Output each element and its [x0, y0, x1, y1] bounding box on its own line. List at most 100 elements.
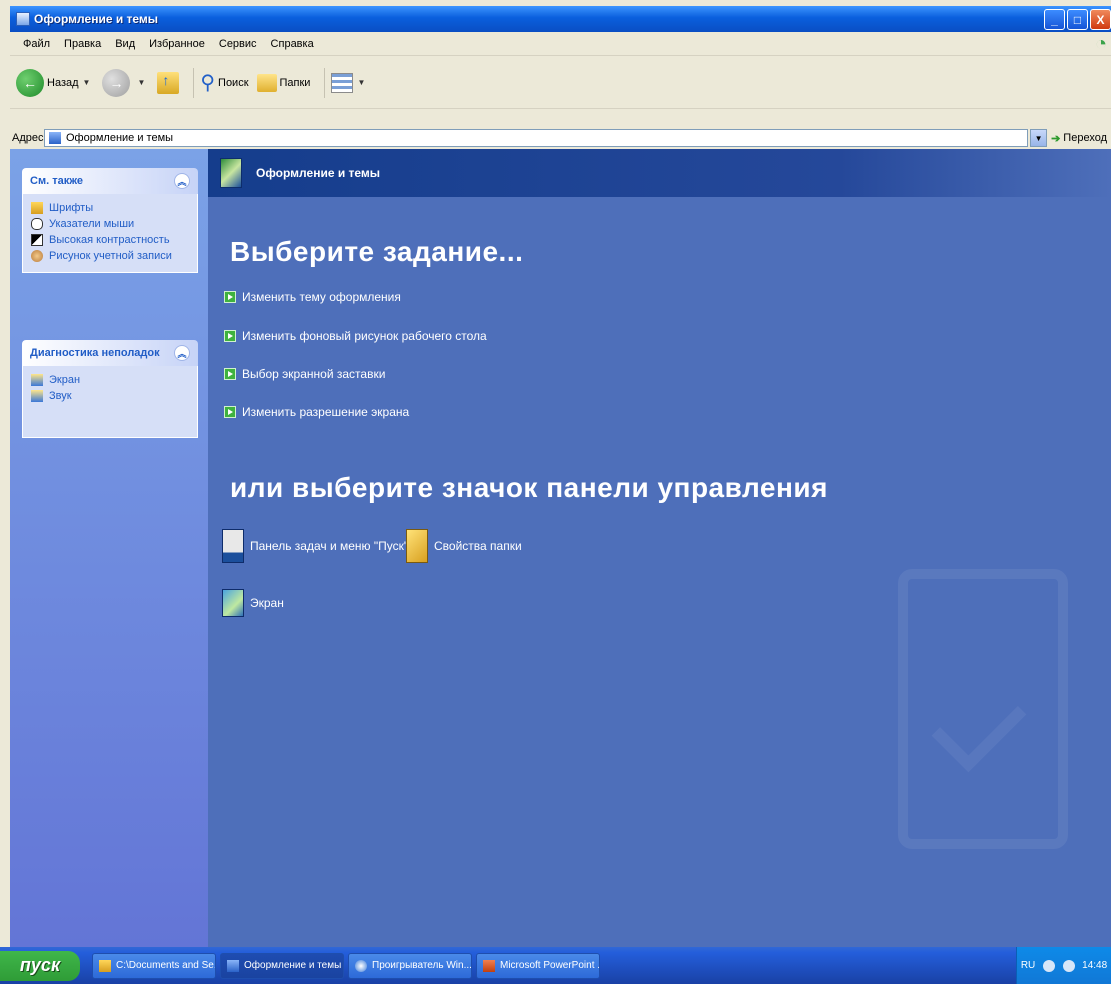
task-arrow-icon	[224, 406, 236, 418]
menu-bar: Файл Правка Вид Избранное Сервис Справка…	[10, 32, 1111, 56]
see-also-title: См. также	[30, 175, 83, 187]
address-label: Адрес:	[12, 132, 47, 144]
link-label: Высокая контрастность	[49, 234, 170, 246]
address-bar: Адрес: Оформление и темы ▼ ➔ Переход	[10, 128, 1111, 148]
link-label: Шрифты	[49, 202, 94, 214]
taskbar-button-label: Проигрыватель Win...	[372, 960, 472, 971]
link-troubleshoot-display[interactable]: Экран	[31, 372, 191, 388]
cp-label: Экран	[250, 596, 284, 610]
mouse-icon	[31, 218, 43, 230]
start-button[interactable]: пуск	[0, 950, 80, 981]
window-icon	[16, 12, 30, 26]
troubleshoot-list: Экран Звук	[22, 366, 198, 438]
task-screensaver[interactable]: Выбор экранной заставки	[224, 367, 385, 381]
main-content: Оформление и темы Выберите задание... Из…	[208, 149, 1111, 947]
task-screen-resolution[interactable]: Изменить разрешение экрана	[224, 405, 409, 419]
task-change-wallpaper[interactable]: Изменить фоновый рисунок рабочего стола	[224, 329, 487, 343]
troubleshoot-panel: Диагностика неполадок ︽ Экран Звук	[22, 340, 198, 438]
address-input[interactable]: Оформление и темы	[44, 129, 1029, 147]
maximize-button[interactable]: □	[1067, 9, 1088, 30]
task-label: Изменить разрешение экрана	[242, 405, 410, 419]
back-arrow-icon: ←	[16, 68, 44, 97]
back-dropdown-icon[interactable]: ▼	[83, 78, 91, 87]
cp-display[interactable]: Экран	[222, 589, 284, 617]
task-change-theme[interactable]: Изменить тему оформления	[224, 290, 401, 304]
taskbar-button-documents[interactable]: C:\Documents and Se...	[92, 952, 216, 979]
task-label: Изменить фоновый рисунок рабочего стола	[242, 329, 487, 343]
appearance-themes-icon	[220, 158, 242, 188]
folders-label: Папки	[279, 76, 311, 89]
taskbar: пуск C:\Documents and Se... Оформление и…	[0, 947, 1111, 984]
address-dropdown-icon[interactable]: ▼	[1030, 129, 1048, 147]
search-button[interactable]: ⚲ Поиск	[200, 70, 248, 95]
task-label: Изменить тему оформления	[242, 290, 401, 304]
cp-folder-options[interactable]: Свойства папки	[406, 529, 522, 563]
category-title: Оформление и темы	[256, 166, 381, 180]
volume-icon[interactable]	[1042, 959, 1055, 972]
language-indicator[interactable]: RU	[1021, 960, 1035, 971]
see-also-list: Шрифты Указатели мыши Высокая контрастно…	[22, 194, 198, 273]
minimize-button[interactable]: _	[1044, 9, 1065, 30]
media-player-icon	[355, 959, 367, 972]
window-title: Оформление и темы	[34, 12, 159, 26]
search-label: Поиск	[218, 76, 249, 89]
menu-help[interactable]: Справка	[264, 38, 321, 50]
control-panel-icon	[227, 959, 239, 972]
task-heading: Выберите задание...	[230, 236, 524, 267]
views-button[interactable]: ▼	[331, 72, 369, 93]
system-tray: RU 14:48	[1016, 947, 1111, 984]
menu-view[interactable]: Вид	[108, 38, 142, 50]
views-icon	[331, 72, 354, 93]
taskbar-button-appearance[interactable]: Оформление и темы	[220, 952, 344, 979]
folders-button[interactable]: Папки	[256, 73, 311, 92]
go-label: Переход	[1063, 132, 1107, 144]
close-button[interactable]: X	[1090, 9, 1111, 30]
up-folder-button[interactable]	[157, 71, 180, 94]
link-troubleshoot-sound[interactable]: Звук	[31, 388, 191, 404]
go-button[interactable]: ➔ Переход	[1047, 132, 1111, 145]
see-also-header[interactable]: См. также ︽	[22, 168, 198, 194]
taskbar-button-media-player[interactable]: Проигрыватель Win...	[348, 952, 472, 979]
start-label: пуск	[19, 955, 61, 975]
contrast-icon	[31, 234, 43, 246]
title-bar[interactable]: Оформление и темы _ □ X	[10, 6, 1111, 32]
back-button[interactable]: ← Назад ▼	[16, 68, 94, 97]
taskbar-button-label: C:\Documents and Se...	[116, 960, 216, 971]
link-fonts[interactable]: Шрифты	[31, 200, 191, 216]
menu-edit[interactable]: Правка	[57, 38, 108, 50]
task-arrow-icon	[224, 368, 236, 380]
folder-icon	[256, 73, 277, 92]
help-sound-icon	[31, 390, 43, 402]
menu-file[interactable]: Файл	[16, 38, 57, 50]
forward-button[interactable]: → ▼	[102, 68, 149, 97]
taskbar-button-label: Оформление и темы	[244, 960, 342, 971]
task-label: Выбор экранной заставки	[242, 367, 386, 381]
task-pane: См. также ︽ Шрифты Указатели мыши Высока…	[10, 149, 208, 947]
taskbar-button-powerpoint[interactable]: Microsoft PowerPoint ...	[476, 952, 600, 979]
forward-dropdown-icon[interactable]: ▼	[137, 78, 145, 87]
search-icon: ⚲	[200, 72, 216, 94]
go-arrow-icon: ➔	[1051, 132, 1061, 145]
watermark-graphic	[898, 569, 1068, 849]
collapse-chevron-icon[interactable]: ︽	[174, 173, 190, 189]
see-also-panel: См. также ︽ Шрифты Указатели мыши Высока…	[22, 168, 198, 273]
menu-tools[interactable]: Сервис	[212, 38, 264, 50]
link-account-picture[interactable]: Рисунок учетной записи	[31, 248, 191, 264]
folder-options-icon	[406, 529, 428, 563]
menu-favorites[interactable]: Избранное	[142, 38, 212, 50]
user-picture-icon	[31, 250, 43, 262]
back-label: Назад	[47, 76, 79, 89]
link-high-contrast[interactable]: Высокая контрастность	[31, 232, 191, 248]
link-mouse-pointers[interactable]: Указатели мыши	[31, 216, 191, 232]
task-arrow-icon	[224, 330, 236, 342]
cp-taskbar-start-menu[interactable]: Панель задач и меню "Пуск"	[222, 529, 408, 563]
collapse-chevron-icon[interactable]: ︽	[174, 345, 190, 361]
troubleshoot-header[interactable]: Диагностика неполадок ︽	[22, 340, 198, 366]
folder-icon	[99, 959, 111, 972]
taskbar-button-label: Microsoft PowerPoint ...	[500, 960, 600, 971]
explorer-window: Оформление и темы _ □ X Файл Правка Вид …	[0, 0, 1111, 984]
clock: 14:48	[1082, 960, 1108, 971]
cp-label: Свойства папки	[434, 539, 522, 553]
network-icon[interactable]	[1062, 959, 1075, 972]
fonts-folder-icon	[31, 202, 43, 214]
